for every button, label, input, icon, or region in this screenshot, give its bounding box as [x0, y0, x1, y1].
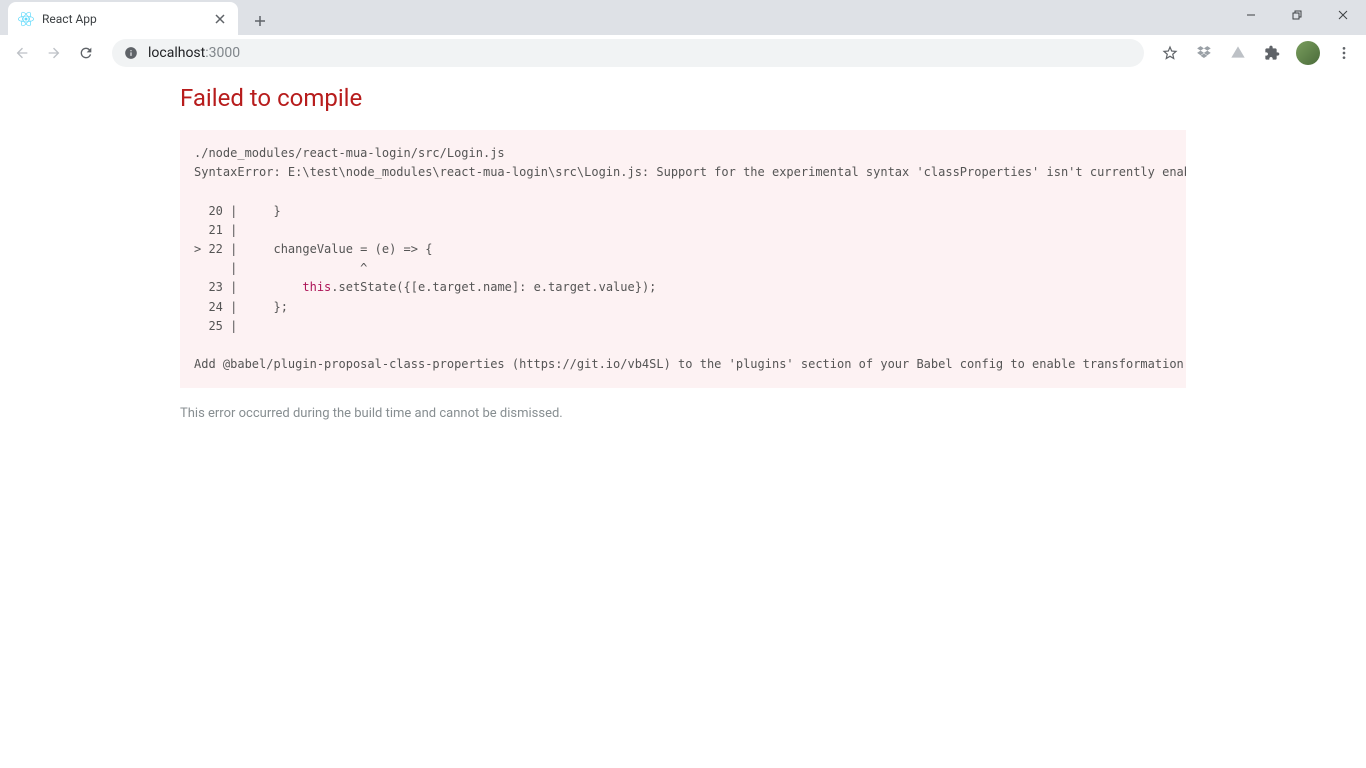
- error-file-path: ./node_modules/react-mua-login/src/Login…: [194, 146, 505, 160]
- url-path: :3000: [205, 45, 240, 61]
- menu-dots-icon[interactable]: [1330, 39, 1358, 67]
- browser-chrome: React App: [0, 0, 1366, 70]
- reload-icon[interactable]: [72, 39, 100, 67]
- error-hint: Add @babel/plugin-proposal-class-propert…: [194, 357, 1186, 371]
- react-favicon-icon: [18, 11, 34, 27]
- close-icon[interactable]: [1320, 0, 1366, 30]
- page-content: Failed to compile ./node_modules/react-m…: [0, 70, 1366, 421]
- avatar[interactable]: [1296, 41, 1320, 65]
- browser-toolbar: localhost:3000: [0, 35, 1366, 70]
- browser-tab[interactable]: React App: [8, 2, 238, 35]
- tab-close-icon[interactable]: [212, 11, 228, 27]
- bookmark-star-icon[interactable]: [1156, 39, 1184, 67]
- toolbar-right: [1156, 39, 1358, 67]
- tab-bar: React App: [0, 0, 1366, 35]
- error-syntax-message: SyntaxError: E:\test\node_modules\react-…: [194, 165, 1186, 179]
- extensions-icon[interactable]: [1258, 39, 1286, 67]
- error-box: ./node_modules/react-mua-login/src/Login…: [180, 130, 1186, 388]
- error-title: Failed to compile: [180, 84, 1186, 112]
- forward-icon[interactable]: [40, 39, 68, 67]
- url-host: localhost: [148, 45, 205, 61]
- address-bar[interactable]: localhost:3000: [112, 39, 1144, 67]
- error-footer: This error occurred during the build tim…: [180, 406, 1186, 421]
- new-tab-icon[interactable]: [246, 7, 274, 35]
- maximize-icon[interactable]: [1274, 0, 1320, 30]
- tab-title: React App: [42, 12, 212, 26]
- back-icon[interactable]: [8, 39, 36, 67]
- window-controls: [1228, 0, 1366, 35]
- site-info-icon[interactable]: [124, 46, 138, 60]
- error-code-block: 20 | } 21 | > 22 | changeValue = (e) => …: [194, 204, 656, 333]
- dropbox-icon[interactable]: [1190, 39, 1218, 67]
- drive-icon[interactable]: [1224, 39, 1252, 67]
- minimize-icon[interactable]: [1228, 0, 1274, 30]
